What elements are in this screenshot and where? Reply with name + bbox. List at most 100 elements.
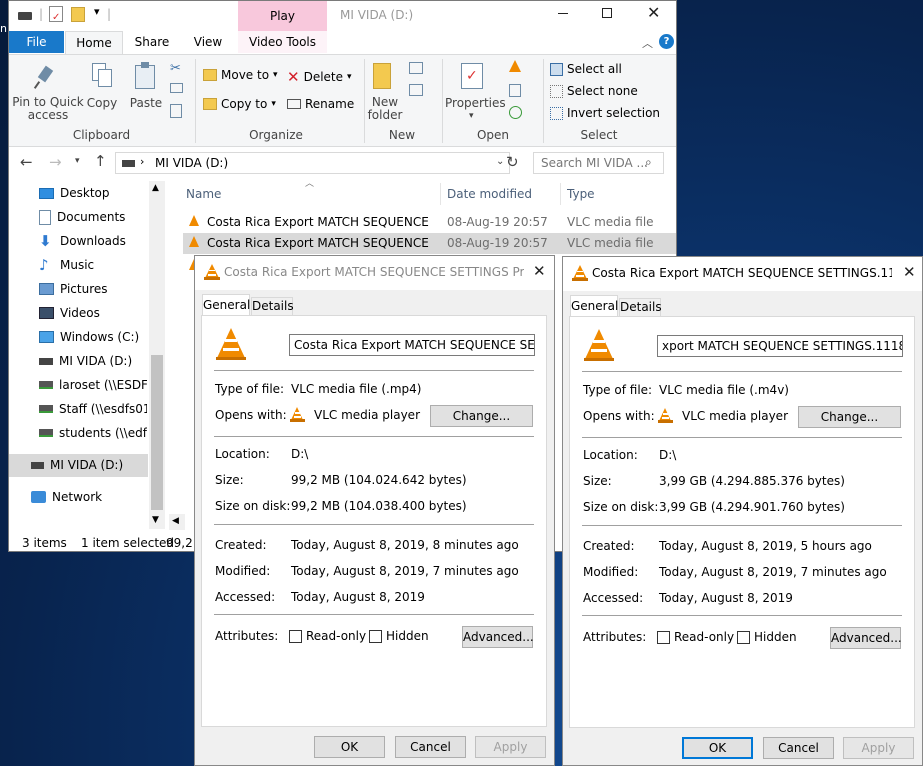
close-icon[interactable]: ✕: [903, 263, 916, 281]
new-folder-icon: [373, 63, 391, 89]
pin-to-quick-access-button[interactable]: Pin to Quick access: [11, 96, 85, 122]
read-only-checkbox[interactable]: Read-only: [657, 630, 734, 644]
change-button[interactable]: Change...: [798, 406, 901, 428]
properties-dropdown-icon[interactable]: ▾: [469, 111, 474, 121]
new-folder-qat-icon[interactable]: [71, 7, 85, 22]
opens-with-label: Opens with:: [215, 408, 287, 422]
delete-button[interactable]: ✕ Delete ▾: [287, 68, 352, 86]
close-icon[interactable]: ✕: [533, 262, 546, 280]
rename-button[interactable]: Rename: [287, 97, 354, 111]
file-row[interactable]: Costa Rica Export MATCH SEQUENCE SE... 0…: [183, 212, 676, 233]
column-divider[interactable]: [440, 183, 441, 205]
address-dropdown-icon[interactable]: ⌄: [496, 156, 504, 167]
tab-general[interactable]: General: [570, 295, 618, 317]
cancel-button[interactable]: Cancel: [763, 737, 834, 759]
created-label: Created:: [583, 539, 635, 553]
invert-selection-button[interactable]: Invert selection: [550, 106, 660, 120]
scroll-up-icon[interactable]: ▲: [152, 183, 159, 193]
tab-home[interactable]: Home: [65, 31, 123, 55]
read-only-checkbox[interactable]: Read-only: [289, 629, 366, 643]
nav-item-network[interactable]: Network: [31, 486, 102, 508]
column-header-type[interactable]: Type: [567, 187, 595, 201]
qat-dropdown-icon[interactable]: ▾: [94, 5, 100, 18]
copy-to-button[interactable]: Copy to ▾: [203, 97, 276, 111]
ok-button[interactable]: OK: [314, 736, 385, 758]
type-value: VLC media file (.m4v): [659, 383, 789, 397]
easy-access-icon[interactable]: [409, 84, 423, 96]
checkbox-box[interactable]: [657, 630, 670, 644]
ok-button[interactable]: OK: [682, 737, 753, 759]
paste-shortcut-icon[interactable]: [170, 104, 182, 118]
new-folder-button[interactable]: New folder: [365, 96, 405, 122]
search-box[interactable]: Search MI VIDA ... ⌕: [533, 152, 664, 174]
apply-button[interactable]: Apply: [843, 737, 914, 759]
properties-qat-icon[interactable]: ✓: [49, 6, 63, 23]
scroll-down-icon[interactable]: ▼: [152, 515, 159, 525]
select-all-button[interactable]: Select all: [550, 62, 622, 76]
column-header-name[interactable]: Name: [186, 187, 221, 201]
checkbox-box[interactable]: [737, 630, 750, 644]
tab-share[interactable]: Share: [127, 31, 177, 53]
forward-icon[interactable]: →: [49, 153, 62, 171]
tab-details[interactable]: Details: [251, 297, 294, 316]
copy-button[interactable]: Copy: [85, 96, 119, 110]
checkbox-box[interactable]: [369, 629, 382, 643]
breadcrumb-chevron-icon[interactable]: ›: [140, 155, 144, 168]
back-icon[interactable]: ←: [20, 153, 33, 171]
advanced-button[interactable]: Advanced...: [462, 626, 534, 648]
file-row[interactable]: Costa Rica Export MATCH SEQUENCE SE... 0…: [183, 233, 676, 254]
address-bar[interactable]: › MI VIDA (D:) ⌄: [115, 152, 510, 174]
column-divider[interactable]: [560, 183, 561, 205]
delete-icon: ✕: [287, 68, 300, 86]
hidden-checkbox[interactable]: Hidden: [369, 629, 429, 643]
search-input[interactable]: Search MI VIDA ...: [541, 156, 648, 170]
ribbon-collapse-icon[interactable]: ︿: [642, 35, 653, 51]
up-icon[interactable]: ↑: [94, 152, 107, 170]
contextual-tab-group: Play: [238, 1, 327, 31]
properties-button[interactable]: Properties: [445, 96, 506, 110]
open-vlc-icon[interactable]: [509, 60, 521, 72]
checkbox-box[interactable]: [289, 629, 302, 643]
tab-video-tools[interactable]: Video Tools: [238, 31, 327, 53]
tab-view[interactable]: View: [183, 31, 233, 53]
nav-scrollbar[interactable]: ▲ ▼: [149, 181, 165, 529]
drive-icon: [18, 12, 32, 20]
minimize-icon[interactable]: [558, 13, 568, 14]
filename-field[interactable]: xport MATCH SEQUENCE SETTINGS.11180.8196: [657, 335, 903, 357]
history-icon[interactable]: [509, 106, 522, 119]
pin-icon: [33, 65, 55, 89]
column-header-date[interactable]: Date modified: [447, 187, 532, 201]
size-on-disk-label: Size on disk:: [215, 499, 291, 513]
properties-dialog-mp4: Costa Rica Export MATCH SEQUENCE SETTING…: [194, 255, 555, 766]
help-icon[interactable]: ?: [659, 34, 674, 49]
paste-button[interactable]: Paste: [127, 96, 165, 110]
tab-file[interactable]: File: [9, 31, 64, 53]
type-value: VLC media file (.mp4): [291, 382, 422, 396]
cut-icon[interactable]: ✂: [170, 61, 181, 76]
edit-icon[interactable]: [509, 84, 521, 97]
copy-path-icon[interactable]: [170, 83, 183, 93]
opens-with-value: VLC media player: [682, 409, 789, 423]
recent-locations-icon[interactable]: ▾: [75, 156, 80, 166]
refresh-icon[interactable]: ↻: [506, 153, 519, 171]
modified-label: Modified:: [215, 564, 271, 578]
new-item-icon[interactable]: [409, 62, 423, 74]
maximize-icon[interactable]: [602, 8, 612, 18]
close-icon[interactable]: ✕: [647, 3, 660, 22]
cancel-button[interactable]: Cancel: [395, 736, 466, 758]
breadcrumb[interactable]: MI VIDA (D:): [155, 156, 228, 170]
change-button[interactable]: Change...: [430, 405, 533, 427]
tab-general[interactable]: General: [202, 294, 250, 316]
hidden-checkbox[interactable]: Hidden: [737, 630, 797, 644]
tab-details[interactable]: Details: [619, 298, 662, 317]
hscroll-left[interactable]: ◀: [169, 514, 185, 530]
vlc-cone-icon: [572, 265, 588, 281]
select-none-button[interactable]: Select none: [550, 84, 638, 98]
advanced-button[interactable]: Advanced...: [830, 627, 902, 649]
apply-button[interactable]: Apply: [475, 736, 546, 758]
move-to-button[interactable]: Move to ▾: [203, 68, 278, 82]
nav-item-mi-vida[interactable]: MI VIDA (D:): [31, 454, 123, 476]
nav-scrollbar-thumb[interactable]: [151, 355, 163, 510]
scroll-left-icon[interactable]: ◀: [172, 516, 179, 526]
filename-field[interactable]: Costa Rica Export MATCH SEQUENCE SETTING…: [289, 334, 535, 356]
